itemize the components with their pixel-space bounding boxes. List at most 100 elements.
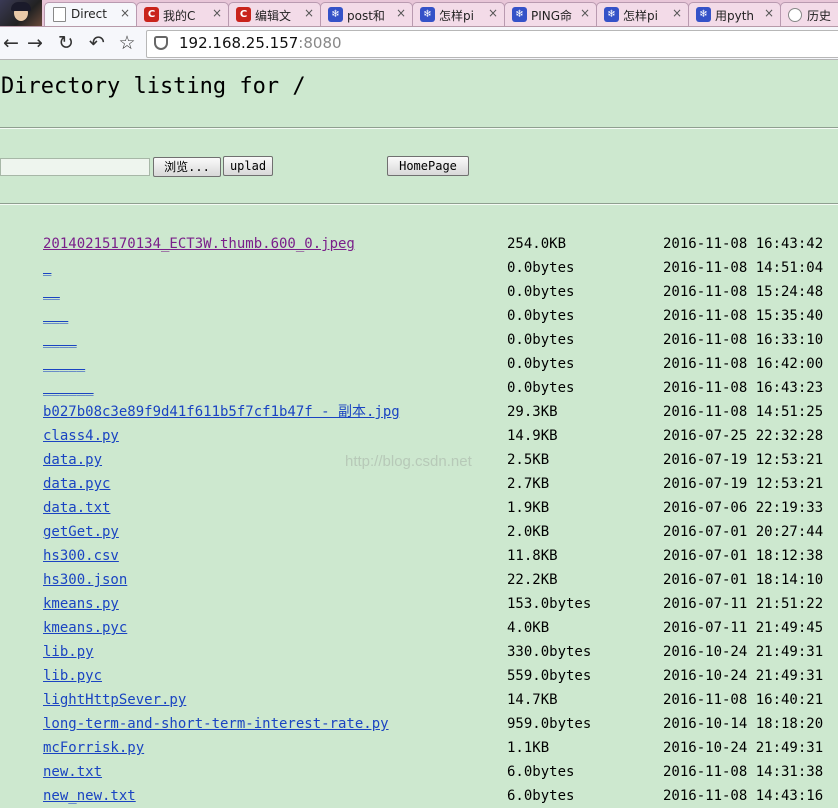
file-date: 2016-11-08 16:33:10 — [663, 332, 824, 348]
file-size: 0.0bytes — [507, 260, 575, 276]
file-date: 2016-07-01 20:27:44 — [663, 524, 824, 540]
url-text[interactable]: 192.168.25.157:8080 — [179, 34, 342, 52]
file-date: 2016-11-08 16:43:42 — [663, 236, 824, 252]
reload-icon[interactable]: ↻ — [55, 32, 77, 54]
file-date: 2016-11-08 16:43:23 — [663, 380, 824, 396]
close-icon[interactable]: × — [672, 6, 682, 20]
file-size: 0.0bytes — [507, 284, 575, 300]
file-link[interactable]: kmeans.py — [43, 592, 119, 616]
file-row: getGet.py 2.0KB 2016-07-01 20:27:44 — [0, 520, 838, 544]
upload-button[interactable]: uplad — [223, 156, 273, 176]
browser-tab[interactable]: ❄ 用pyth × — [688, 2, 781, 26]
file-row: 20140215170134_ECT3W.thumb.600_0.jpeg 254… — [0, 232, 838, 256]
baidu-paw-icon: ❄ — [328, 7, 343, 22]
file-link[interactable]: lightHttpSever.py — [43, 688, 186, 712]
file-link[interactable]: hs300.json — [43, 568, 127, 592]
file-link[interactable]: _ — [43, 256, 51, 280]
file-row: kmeans.py 153.0bytes 2016-07-11 21:51:22 — [0, 592, 838, 616]
file-row: _ 0.0bytes 2016-11-08 14:51:04 — [0, 256, 838, 280]
file-date: 2016-07-01 18:14:10 — [663, 572, 824, 588]
close-icon[interactable]: × — [304, 6, 314, 20]
file-row: lib.pyc 559.0bytes 2016-10-24 21:49:31 — [0, 664, 838, 688]
browser-toolbar: ← → ↻ ↶ ☆ 192.168.25.157:8080 — [0, 27, 838, 60]
file-date: 2016-11-08 14:51:25 — [663, 404, 824, 420]
file-link[interactable]: hs300.csv — [43, 544, 119, 568]
file-link[interactable]: ___ — [43, 304, 68, 328]
file-link[interactable]: data.txt — [43, 496, 110, 520]
close-icon[interactable]: × — [764, 6, 774, 20]
file-link[interactable]: ______ — [43, 376, 94, 400]
divider — [0, 127, 838, 129]
address-bar[interactable]: 192.168.25.157:8080 — [146, 30, 838, 58]
browser-tab[interactable]: Direct × — [44, 2, 137, 26]
file-size: 4.0KB — [507, 620, 550, 636]
file-row: data.pyc 2.7KB 2016-07-19 12:53:21 — [0, 472, 838, 496]
close-icon[interactable]: × — [580, 6, 590, 20]
file-row: ____ 0.0bytes 2016-11-08 16:33:10 — [0, 328, 838, 352]
file-link[interactable]: new_new.txt — [43, 784, 136, 808]
file-size: 2.7KB — [507, 476, 550, 492]
browser-tab[interactable]: ❄ 怎样pi × — [412, 2, 505, 26]
file-link[interactable]: new.txt — [43, 760, 102, 784]
close-icon[interactable]: × — [488, 6, 498, 20]
browser-tab[interactable]: ❄ post和 × — [320, 2, 413, 26]
file-link[interactable]: long-term-and-short-term-interest-rate.p… — [43, 712, 389, 736]
close-icon[interactable]: × — [212, 6, 222, 20]
file-link[interactable]: lib.py — [43, 640, 94, 664]
watermark: http://blog.csdn.net — [345, 453, 472, 470]
file-size: 14.7KB — [507, 692, 558, 708]
tab-title: post和 — [347, 9, 385, 23]
browse-button[interactable]: 浏览... — [153, 157, 221, 177]
browser-tab[interactable]: C 编辑文 × — [228, 2, 321, 26]
file-date: 2016-11-08 15:24:48 — [663, 284, 824, 300]
file-row: class4.py 14.9KB 2016-07-25 22:32:28 — [0, 424, 838, 448]
baidu-paw-icon: ❄ — [512, 7, 527, 22]
file-path-field[interactable] — [0, 158, 150, 176]
file-row: mcForrisk.py 1.1KB 2016-10-24 21:49:31 — [0, 736, 838, 760]
browser-tab[interactable]: 历史 — [780, 2, 838, 26]
file-row: lib.py 330.0bytes 2016-10-24 21:49:31 — [0, 640, 838, 664]
homepage-button[interactable]: HomePage — [387, 156, 469, 176]
bookmark-star-icon[interactable]: ☆ — [116, 32, 138, 54]
file-link[interactable]: ____ — [43, 328, 77, 352]
tab-title: Direct — [71, 7, 107, 21]
divider — [0, 203, 838, 205]
file-size: 0.0bytes — [507, 308, 575, 324]
file-size: 559.0bytes — [507, 668, 592, 684]
file-row: __ 0.0bytes 2016-11-08 15:24:48 — [0, 280, 838, 304]
browser-tab[interactable]: C 我的C × — [136, 2, 229, 26]
user-avatar[interactable] — [0, 0, 42, 26]
file-link[interactable]: mcForrisk.py — [43, 736, 144, 760]
browser-tab[interactable]: ❄ PING命 × — [504, 2, 597, 26]
url-port: :8080 — [298, 34, 342, 52]
undo-icon[interactable]: ↶ — [86, 32, 108, 54]
file-size: 330.0bytes — [507, 644, 592, 660]
close-icon[interactable]: × — [396, 6, 406, 20]
file-link[interactable]: lib.pyc — [43, 664, 102, 688]
file-date: 2016-10-24 21:49:31 — [663, 740, 824, 756]
browser-tab[interactable]: ❄ 怎样pi × — [596, 2, 689, 26]
close-icon[interactable]: × — [120, 6, 130, 20]
file-link[interactable]: kmeans.pyc — [43, 616, 127, 640]
file-size: 6.0bytes — [507, 764, 575, 780]
file-date: 2016-10-24 21:49:31 — [663, 644, 824, 660]
shield-icon — [154, 36, 168, 50]
file-link[interactable]: data.py — [43, 448, 102, 472]
file-link[interactable]: class4.py — [43, 424, 119, 448]
file-link[interactable]: __ — [43, 280, 60, 304]
file-size: 254.0KB — [507, 236, 567, 252]
back-icon[interactable]: ← — [0, 32, 22, 54]
file-link[interactable]: _____ — [43, 352, 85, 376]
file-link[interactable]: data.pyc — [43, 472, 110, 496]
file-size: 29.3KB — [507, 404, 558, 420]
forward-icon[interactable]: → — [24, 32, 46, 54]
file-link[interactable]: b027b08c3e89f9d41f611b5f7cf1b47f - 副本.jp… — [43, 400, 400, 424]
tab-title: 我的C — [163, 9, 196, 23]
file-row: _____ 0.0bytes 2016-11-08 16:42:00 — [0, 352, 838, 376]
file-link[interactable]: getGet.py — [43, 520, 119, 544]
file-size: 2.5KB — [507, 452, 550, 468]
tab-title: 历史 — [807, 9, 832, 23]
file-link[interactable]: 20140215170134_ECT3W.thumb.600_0.jpeg — [43, 232, 355, 256]
file-size: 959.0bytes — [507, 716, 592, 732]
file-row: new_new.txt 6.0bytes 2016-11-08 14:43:16 — [0, 784, 838, 808]
